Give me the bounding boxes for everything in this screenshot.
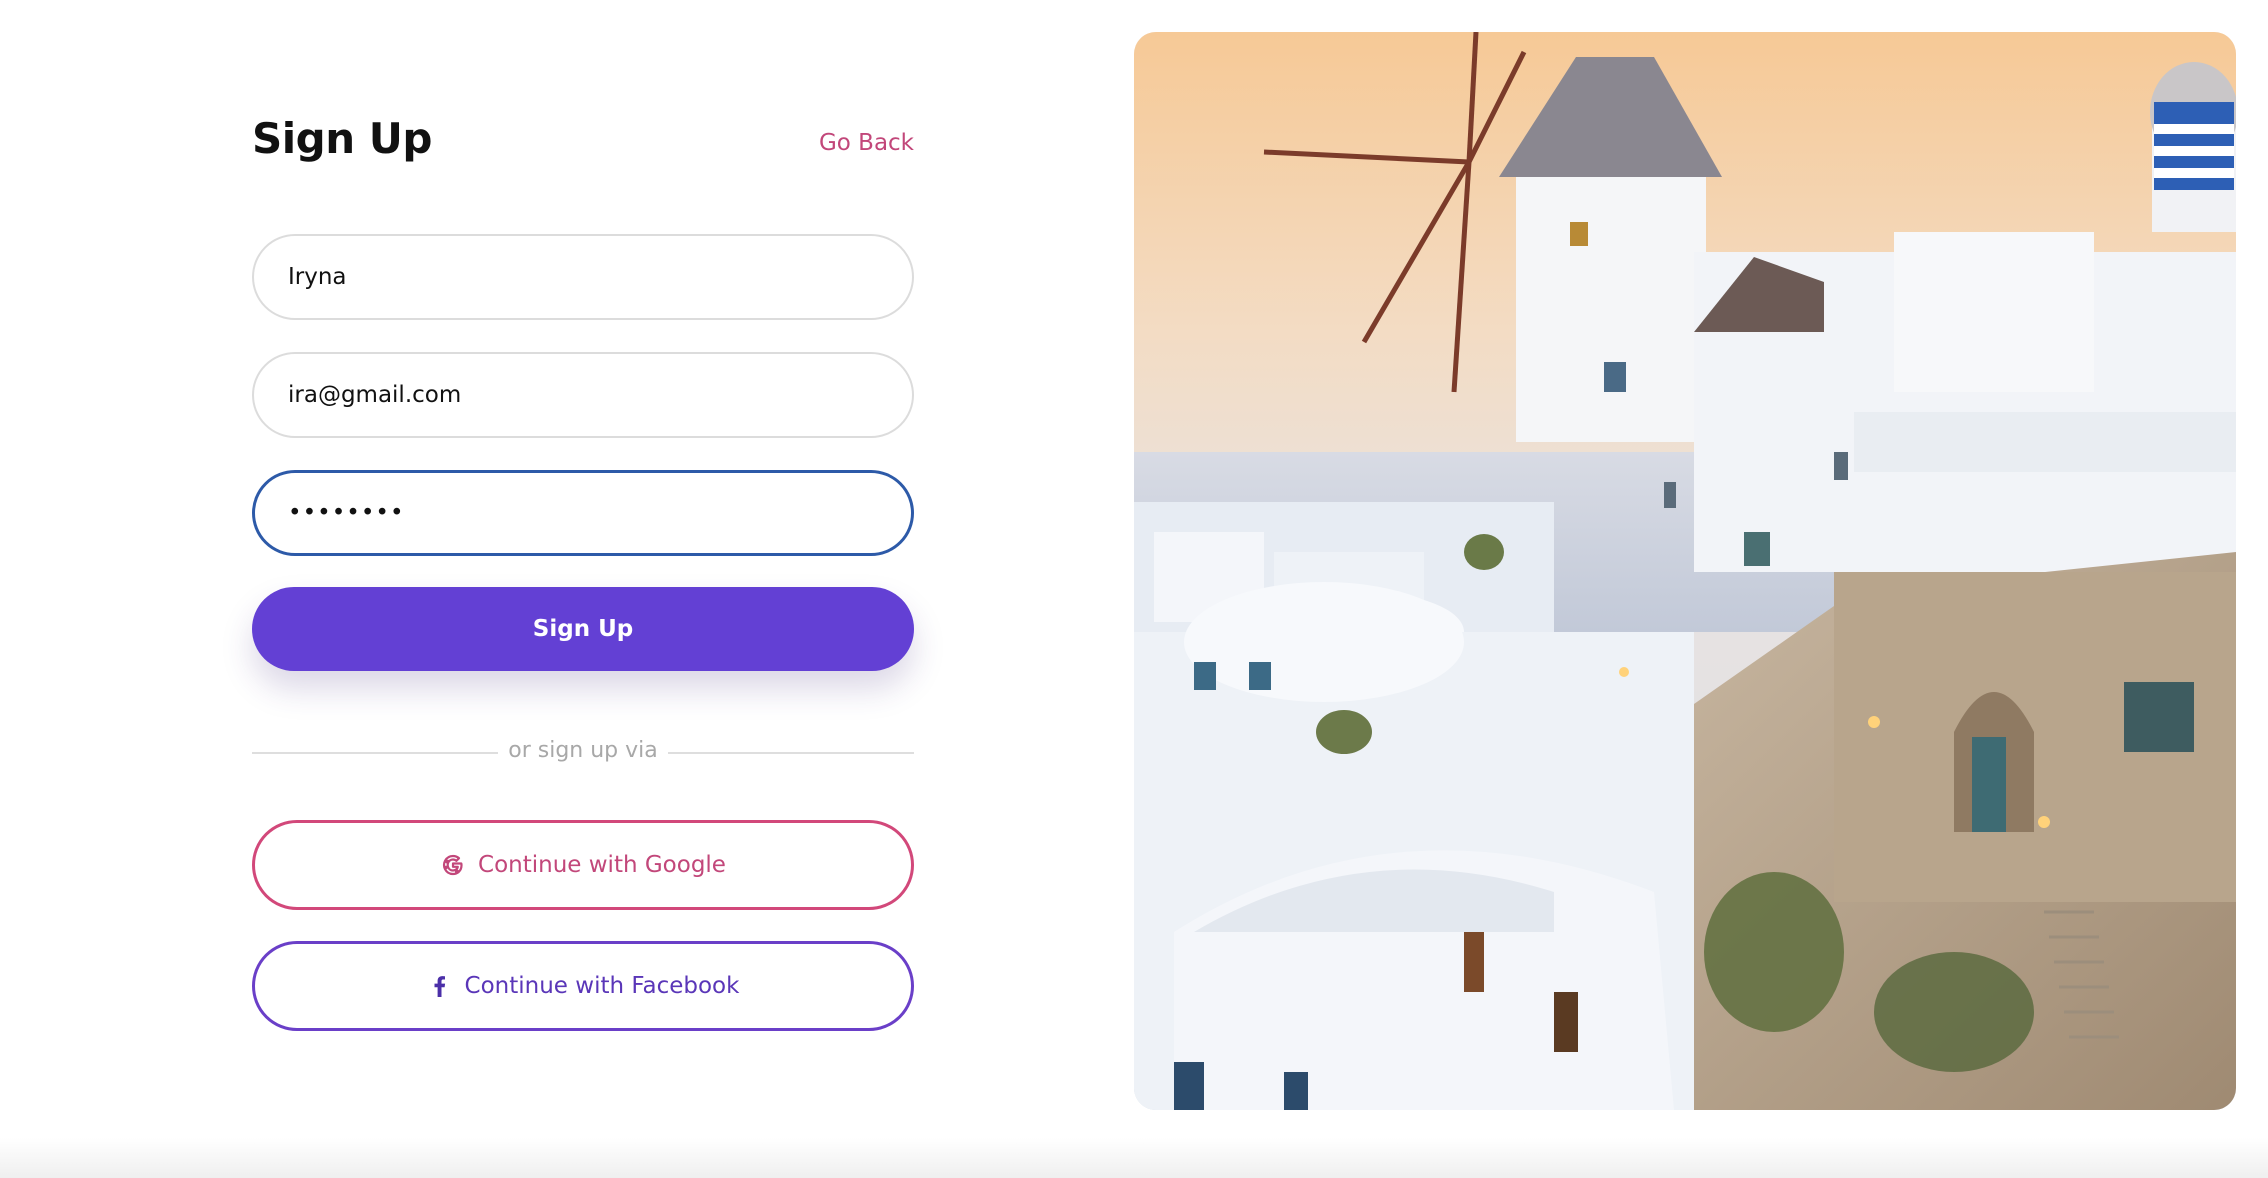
santorini-illustration bbox=[1134, 32, 2236, 1110]
facebook-icon bbox=[427, 973, 453, 999]
bottom-fade bbox=[0, 1138, 2268, 1178]
form-header: Sign Up Go Back bbox=[252, 110, 914, 180]
signup-page: Sign Up Go Back Sign Up or sign up via C… bbox=[0, 0, 2268, 1178]
page-title: Sign Up bbox=[252, 114, 432, 163]
divider-line-right bbox=[668, 752, 914, 754]
name-input[interactable] bbox=[252, 234, 914, 320]
password-input[interactable] bbox=[252, 470, 914, 556]
social-divider: or sign up via bbox=[252, 738, 914, 768]
sign-up-button[interactable]: Sign Up bbox=[252, 587, 914, 671]
email-input[interactable] bbox=[252, 352, 914, 438]
facebook-button-label: Continue with Facebook bbox=[464, 973, 740, 999]
continue-with-google-button[interactable]: Continue with Google bbox=[252, 820, 914, 910]
google-icon bbox=[440, 852, 466, 878]
signup-form: Sign Up Go Back Sign Up or sign up via C… bbox=[252, 110, 914, 1031]
google-button-label: Continue with Google bbox=[478, 852, 726, 878]
divider-text: or sign up via bbox=[508, 738, 658, 763]
hero-photo bbox=[1134, 32, 2236, 1110]
go-back-link[interactable]: Go Back bbox=[819, 130, 914, 156]
continue-with-facebook-button[interactable]: Continue with Facebook bbox=[252, 941, 914, 1031]
